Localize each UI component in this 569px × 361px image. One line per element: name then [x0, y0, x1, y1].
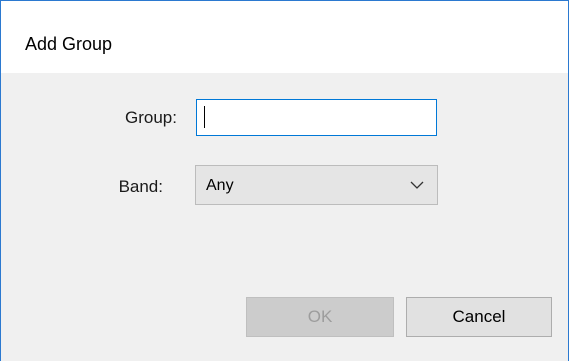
group-input[interactable] — [196, 99, 437, 136]
add-group-dialog: Add Group Group: Band: Any OK Cancel — [0, 0, 569, 361]
cancel-button[interactable]: Cancel — [406, 297, 552, 337]
group-label: Group: — [125, 108, 177, 127]
dialog-title: Add Group — [25, 34, 113, 54]
chevron-down-icon — [410, 181, 424, 189]
band-selected-value: Any — [206, 177, 234, 194]
text-caret — [204, 106, 205, 128]
band-select[interactable]: Any — [195, 165, 438, 205]
ok-button[interactable]: OK — [246, 297, 394, 337]
band-label: Band: — [118, 177, 163, 196]
title-bar: Add Group — [1, 1, 568, 73]
